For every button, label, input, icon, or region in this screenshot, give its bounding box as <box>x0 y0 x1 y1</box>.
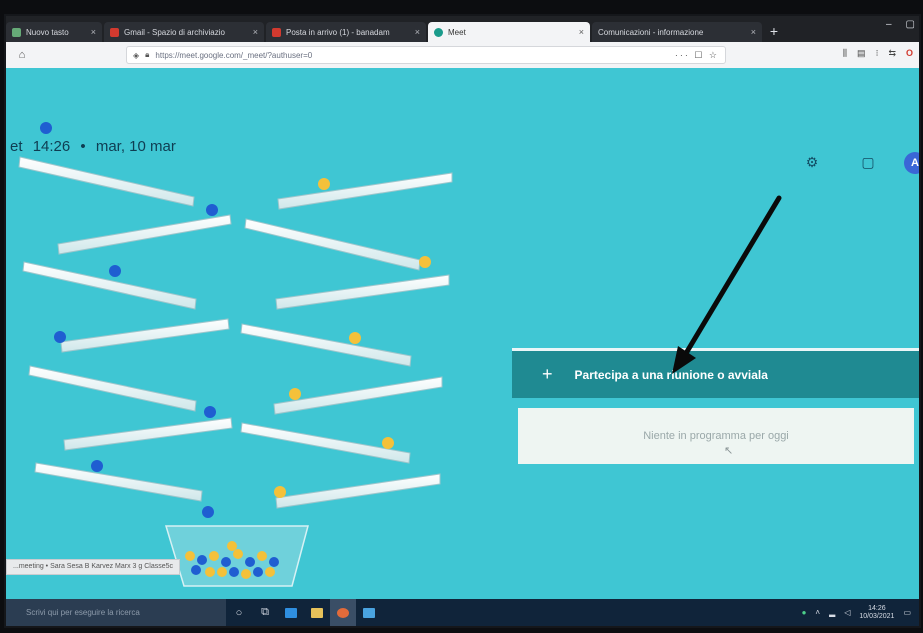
close-icon[interactable]: × <box>751 27 756 37</box>
taskbar: Scrivi qui per eseguire la ricerca ○ ⧉ ●… <box>6 599 919 626</box>
gmail-icon <box>110 27 119 37</box>
minimize-button[interactable]: – <box>886 19 892 30</box>
brand-fragment: et <box>10 138 23 155</box>
firefox-icon[interactable] <box>330 599 356 626</box>
home-icon[interactable]: ⌂ <box>14 49 30 61</box>
status-bar-url: ...meeting • Sara Sesa B Karvez Marx 3 g… <box>6 559 181 575</box>
file-explorer-icon[interactable] <box>304 599 330 626</box>
clock-time: 14:26 <box>868 604 886 612</box>
window-controls: – ▢ <box>886 19 915 30</box>
lock-icon: 🔒︎ <box>145 50 150 59</box>
app-icon[interactable] <box>356 599 382 626</box>
join-button-label: Partecipa a una riunione o avviala <box>574 367 768 382</box>
ramp <box>275 274 450 310</box>
tab-label: Posta in arrivo (1) - banadam <box>286 27 390 37</box>
date-time: et 14:26 • mar, 10 mar <box>10 138 182 155</box>
sidebar-icon[interactable]: ▤ <box>857 48 866 59</box>
ramp <box>273 376 443 415</box>
ramp <box>22 261 197 310</box>
meet-icon <box>434 27 443 37</box>
separator: • <box>80 138 86 155</box>
tab-comunicazioni[interactable]: Comunicazioni - informazione × <box>592 22 762 42</box>
search-placeholder: Scrivi qui per eseguire la ricerca <box>26 608 140 617</box>
library-icon[interactable]: ⫼ <box>843 48 847 59</box>
opera-icon[interactable]: O <box>906 48 913 59</box>
ramp <box>240 422 411 464</box>
marbles <box>40 122 431 579</box>
mouse-cursor-icon: ↖ <box>724 445 734 457</box>
schedule-empty-state: Niente in programma per oggi <box>518 408 914 464</box>
tab-posta[interactable]: Posta in arrivo (1) - banadam × <box>266 22 426 42</box>
tab-nuovo[interactable]: Nuovo tasto × <box>6 22 102 42</box>
url-actions[interactable]: ··· ☐ ☆ <box>675 50 719 61</box>
new-tab-button[interactable]: + <box>764 22 784 42</box>
taskbar-search[interactable]: Scrivi qui per eseguire la ricerca <box>6 599 226 626</box>
screen: Nuovo tasto × Gmail - Spazio di archivia… <box>6 16 919 626</box>
cortana-icon[interactable]: ○ <box>226 599 252 626</box>
ramp <box>244 218 421 271</box>
ramp <box>240 323 412 367</box>
tab-label: Nuovo tasto <box>26 27 69 37</box>
ramp <box>28 365 197 412</box>
browser-nav-bar: ⌂ ◈ 🔒︎ https://meet.google.com/_meet/?au… <box>6 42 919 68</box>
annotation-arrow-icon <box>672 195 782 374</box>
tab-gmail[interactable]: Gmail - Spazio di archiviazio × <box>104 22 264 42</box>
maximize-button[interactable]: ▢ <box>906 19 915 30</box>
sync-icon[interactable]: ⇆ <box>888 48 896 59</box>
page-icon <box>12 27 21 37</box>
plus-icon: + <box>542 364 553 384</box>
empty-state-text: Niente in programma per oggi <box>643 430 789 442</box>
ramp <box>57 214 232 255</box>
notification-icon[interactable]: ▭ <box>903 608 911 617</box>
tab-label: Comunicazioni - informazione <box>598 27 704 37</box>
ramp <box>34 462 203 502</box>
shield-icon: ◈ <box>133 50 140 60</box>
ramp <box>275 473 441 509</box>
task-view-icon[interactable]: ⧉ <box>252 599 278 626</box>
chevron-up-icon[interactable]: ˄ <box>815 608 820 617</box>
mail-icon <box>272 27 281 37</box>
taskbar-clock[interactable]: 14:26 10/03/2021 <box>859 605 894 621</box>
ramp <box>60 318 230 353</box>
edge-icon[interactable] <box>278 599 304 626</box>
ramp <box>63 417 233 451</box>
clock-date: 10/03/2021 <box>859 612 895 620</box>
ramp <box>18 156 195 207</box>
toolbar-icons: ⫼ ▤ ⁝ ⇆ O <box>843 48 913 59</box>
network-icon[interactable]: ▂ <box>829 608 835 617</box>
extension-icon[interactable]: ⁝ <box>876 48 879 59</box>
tab-meet[interactable]: Meet × <box>428 22 590 42</box>
close-icon[interactable]: × <box>579 27 584 37</box>
app-tray-icon[interactable]: ● <box>802 608 807 617</box>
settings-icon[interactable]: ⚙ <box>804 154 820 170</box>
volume-icon[interactable]: ◁ <box>844 608 850 617</box>
close-icon[interactable]: × <box>415 27 420 37</box>
current-date: mar, 10 mar <box>95 138 176 155</box>
address-bar[interactable]: ◈ 🔒︎ https://meet.google.com/_meet/?auth… <box>126 46 726 64</box>
ramp <box>277 172 453 210</box>
url-text: https://meet.google.com/_meet/?authuser=… <box>155 50 313 60</box>
browser-tab-bar: Nuovo tasto × Gmail - Spazio di archivia… <box>6 16 919 42</box>
system-tray: ● ˄ ▂ ◁ 14:26 10/03/2021 ▭ <box>802 605 919 621</box>
marble-run-illustration <box>18 122 453 587</box>
close-icon[interactable]: × <box>253 27 258 37</box>
join-or-start-meeting-button[interactable]: + Partecipa a una riunione o avviala <box>512 348 919 398</box>
tab-label: Meet <box>448 27 466 37</box>
collection-bowl <box>164 525 309 587</box>
avatar[interactable]: A <box>904 152 919 174</box>
feedback-icon[interactable]: ▢ <box>860 154 876 170</box>
current-time: 14:26 <box>32 138 71 155</box>
tab-label: Gmail - Spazio di archiviazio <box>124 27 225 37</box>
close-icon[interactable]: × <box>91 27 96 37</box>
